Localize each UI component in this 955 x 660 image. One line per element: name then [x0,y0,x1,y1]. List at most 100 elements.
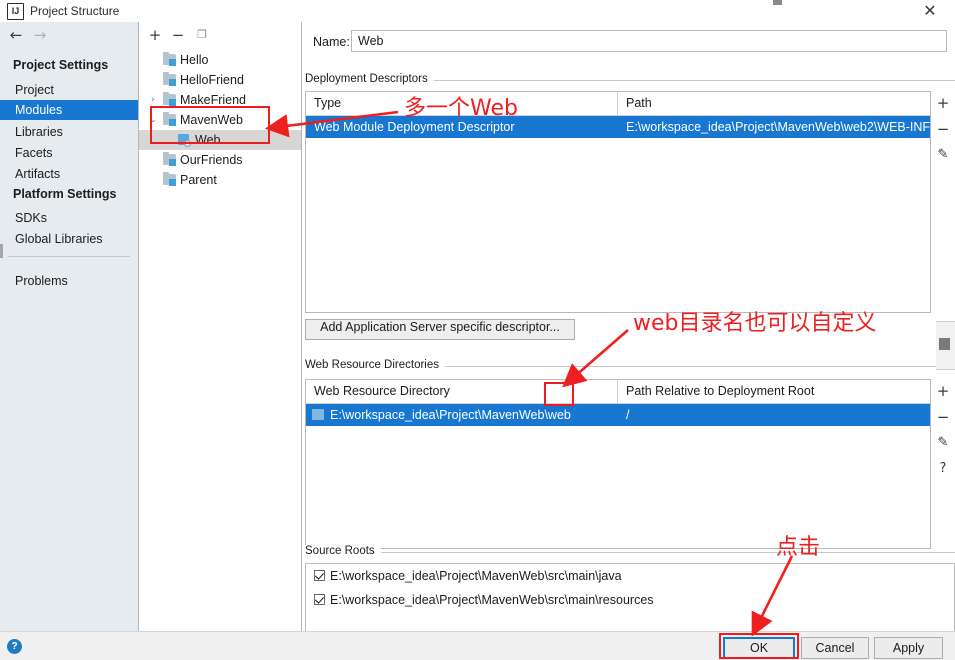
web-resource-directories-table: Web Resource Directory Path Relative to … [305,379,931,549]
module-icon [163,154,176,166]
cell-relative-path: / [618,404,930,426]
help-web-resource-button[interactable]: ? [932,457,954,481]
tree-item-ourfriends[interactable]: OurFriends [139,150,301,170]
tree-item-label: Web [195,130,220,150]
tree-item-label: Parent [180,170,217,190]
dialog-footer: ? OK Cancel Apply [0,631,955,660]
title-bar: IJ Project Structure ✕ [0,0,955,22]
column-header-path-relative[interactable]: Path Relative to Deployment Root [618,380,930,403]
column-header-path[interactable]: Path [618,92,930,115]
module-icon [163,74,176,86]
column-header-web-resource-directory[interactable]: Web Resource Directory [306,380,617,403]
add-application-server-descriptor-button[interactable]: Add Application Server specific descript… [305,319,575,340]
forward-icon[interactable]: → [30,26,50,44]
list-item[interactable]: E:\workspace_idea\Project\MavenWeb\src\m… [306,564,954,588]
edit-descriptor-button[interactable]: ✎ [932,143,954,167]
deployment-side-toolbar: + − ✎ [932,91,954,187]
web-resource-side-toolbar: + − ✎ ? [932,379,954,501]
remove-module-icon[interactable]: − [169,26,187,44]
tree-item-parent[interactable]: Parent [139,170,301,190]
sidebar-group-platform-settings: Platform Settings [13,187,117,201]
module-tree-panel: + − ❐ Hello HelloFriend › MakeFriend ⌄ [139,22,302,631]
window-drag-grip [773,0,782,5]
source-root-checkbox[interactable] [314,594,325,605]
deployment-descriptors-title: Deployment Descriptors [305,73,434,85]
sidebar-group-project-settings: Project Settings [13,58,108,72]
table-row[interactable]: E:\workspace_idea\Project\MavenWeb\web / [306,404,930,426]
sidebar-divider [8,256,130,257]
intellij-idea-icon: IJ [7,3,24,20]
apply-button[interactable]: Apply [874,637,943,659]
module-icon [163,114,176,126]
remove-descriptor-button[interactable]: − [932,117,954,141]
list-item[interactable]: E:\workspace_idea\Project\MavenWeb\src\m… [306,588,954,612]
column-header-type[interactable]: Type [306,92,617,115]
add-descriptor-button[interactable]: + [932,91,954,115]
module-tree-rows: Hello HelloFriend › MakeFriend ⌄ MavenWe… [139,50,301,190]
deployment-descriptors-table: Type Path Web Module Deployment Descript… [305,91,931,313]
navigation-arrows: ← → [0,22,138,50]
source-roots-rule [372,552,955,553]
cancel-button[interactable]: Cancel [801,637,869,659]
web-resource-directories-title: Web Resource Directories [305,359,445,371]
panel-scroll-thumb[interactable] [939,338,950,350]
tree-item-mavenweb[interactable]: ⌄ MavenWeb [139,110,301,130]
tree-item-label: HelloFriend [180,70,244,90]
tree-twisty[interactable] [147,170,159,190]
sidebar-item-global-libraries[interactable]: Global Libraries [0,229,138,249]
module-icon [163,94,176,106]
copy-module-icon[interactable]: ❐ [193,26,211,44]
web-facet-icon [178,134,191,146]
window-title: Project Structure [30,4,119,18]
tree-item-web[interactable]: Web [139,130,301,150]
tree-twisty[interactable] [147,50,159,70]
name-label: Name: [313,35,350,49]
close-icon[interactable]: ✕ [919,2,941,20]
edit-web-resource-button[interactable]: ✎ [932,431,954,455]
tree-item-hellofriend[interactable]: HelloFriend [139,70,301,90]
panel-scroll-divider-bottom [936,369,955,370]
tree-item-hello[interactable]: Hello [139,50,301,70]
sidebar-scroll-marker [0,244,3,258]
source-root-path: E:\workspace_idea\Project\MavenWeb\src\m… [330,593,654,607]
deployment-table-header: Type Path [306,92,930,116]
module-detail-panel: Name: Deployment Descriptors Type Path W… [302,22,955,631]
source-root-checkbox[interactable] [314,570,325,581]
module-icon [163,174,176,186]
module-tree-toolbar: + − ❐ [139,22,301,48]
source-root-path: E:\workspace_idea\Project\MavenWeb\src\m… [330,569,622,583]
tree-item-label: MavenWeb [180,110,243,130]
cell-path: E:\workspace_idea\Project\MavenWeb\web2\… [618,116,930,138]
sidebar-item-artifacts[interactable]: Artifacts [0,164,138,184]
help-icon[interactable]: ? [7,639,22,654]
add-web-resource-button[interactable]: + [932,379,954,403]
remove-web-resource-button[interactable]: − [932,405,954,429]
settings-sidebar: ← → Project Settings Project Modules Lib… [0,22,139,631]
name-input[interactable] [351,30,947,52]
panel-scroll-divider-top [936,321,955,322]
tree-item-makefriend[interactable]: › MakeFriend [139,90,301,110]
sidebar-item-project[interactable]: Project [0,80,138,100]
tree-twisty-expanded-icon[interactable]: ⌄ [147,110,159,130]
cell-type: Web Module Deployment Descriptor [306,116,617,138]
project-structure-dialog: IJ Project Structure ✕ ← → Project Setti… [0,0,955,659]
deployment-descriptors-rule [434,80,955,81]
tree-item-label: Hello [180,50,209,70]
back-icon[interactable]: ← [6,26,26,44]
tree-item-label: OurFriends [180,150,243,170]
source-roots-title: Source Roots [305,545,381,557]
tree-twisty-collapsed-icon[interactable]: › [147,90,159,110]
sidebar-item-problems[interactable]: Problems [0,271,138,291]
module-icon [163,54,176,66]
add-module-icon[interactable]: + [146,26,164,44]
table-row[interactable]: Web Module Deployment Descriptor E:\work… [306,116,930,138]
sidebar-item-sdks[interactable]: SDKs [0,208,138,228]
tree-twisty[interactable] [147,150,159,170]
sidebar-item-libraries[interactable]: Libraries [0,122,138,142]
tree-twisty[interactable] [147,70,159,90]
ok-button[interactable]: OK [723,637,795,659]
web-resource-table-header: Web Resource Directory Path Relative to … [306,380,930,404]
cell-web-resource-directory: E:\workspace_idea\Project\MavenWeb\web [306,404,617,426]
sidebar-item-modules[interactable]: Modules [0,100,138,120]
sidebar-item-facets[interactable]: Facets [0,143,138,163]
